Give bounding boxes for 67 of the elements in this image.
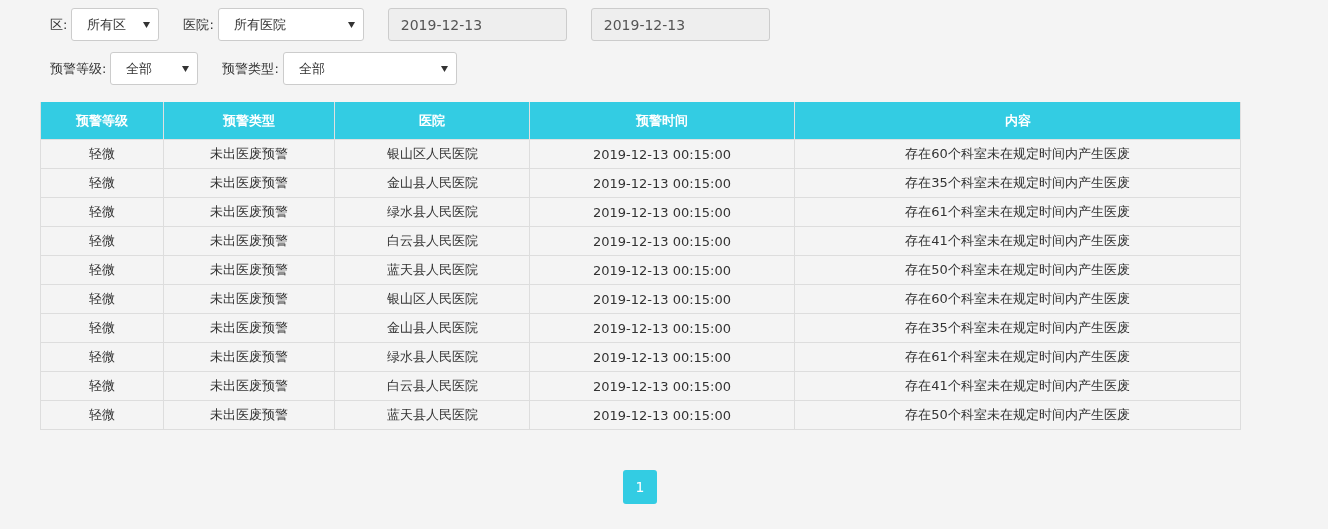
table-cell: 存在50个科室未在规定时间内产生医废 [794, 255, 1241, 285]
column-header: 预警类型 [163, 102, 335, 140]
table-cell: 轻微 [40, 255, 164, 285]
table-cell: 绿水县人民医院 [334, 197, 530, 227]
table-cell: 蓝天县人民医院 [334, 255, 530, 285]
table-cell: 存在41个科室未在规定时间内产生医废 [794, 371, 1241, 401]
table-cell: 存在50个科室未在规定时间内产生医废 [794, 400, 1241, 430]
table-cell: 绿水县人民医院 [334, 342, 530, 372]
table-cell: 2019-12-13 00:15:00 [529, 342, 795, 372]
table-cell: 2019-12-13 00:15:00 [529, 255, 795, 285]
table-cell: 未出医废预警 [163, 139, 335, 169]
filter-label: 区: [50, 15, 68, 34]
table-cell: 未出医废预警 [163, 371, 335, 401]
dropdown-select[interactable]: 全部 [282, 52, 457, 85]
table-cell: 轻微 [40, 226, 164, 256]
filter-label: 预警等级: [50, 59, 107, 78]
filter-label: 预警类型: [222, 59, 279, 78]
table-cell: 金山县人民医院 [334, 313, 530, 343]
table-cell: 未出医废预警 [163, 342, 335, 372]
table-cell: 存在60个科室未在规定时间内产生医废 [794, 284, 1241, 314]
table-cell: 银山区人民医院 [334, 139, 530, 169]
table-cell: 2019-12-13 00:15:00 [529, 313, 795, 343]
table-cell: 2019-12-13 00:15:00 [529, 284, 795, 314]
table-cell: 蓝天县人民医院 [334, 400, 530, 430]
table-cell: 2019-12-13 00:15:00 [529, 400, 795, 430]
table-cell: 轻微 [40, 313, 164, 343]
table-cell: 银山区人民医院 [334, 284, 530, 314]
table-cell: 2019-12-13 00:15:00 [529, 139, 795, 169]
table-cell: 2019-12-13 00:15:00 [529, 226, 795, 256]
table-cell: 存在61个科室未在规定时间内产生医废 [794, 197, 1241, 227]
table-cell: 2019-12-13 00:15:00 [529, 168, 795, 198]
table-cell: 存在35个科室未在规定时间内产生医废 [794, 168, 1241, 198]
table-cell: 金山县人民医院 [334, 168, 530, 198]
filter-label: 医院: [183, 15, 214, 34]
table-cell: 存在35个科室未在规定时间内产生医废 [794, 313, 1241, 343]
table-cell: 轻微 [40, 342, 164, 372]
dropdown-select[interactable]: 所有医院 [217, 8, 364, 41]
table-cell: 存在61个科室未在规定时间内产生医废 [794, 342, 1241, 372]
column-header: 内容 [794, 102, 1241, 140]
dropdown-select[interactable]: 全部 [110, 52, 199, 85]
table-cell: 未出医废预警 [163, 284, 335, 314]
column-header: 预警等级 [40, 102, 164, 140]
table-cell: 存在60个科室未在规定时间内产生医废 [794, 139, 1241, 169]
column-header: 医院 [334, 102, 530, 140]
column-header: 预警时间 [529, 102, 795, 140]
caret-icon [347, 21, 355, 28]
dropdown-select[interactable]: 所有区 [71, 8, 160, 41]
table-cell: 未出医废预警 [163, 255, 335, 285]
table-cell: 白云县人民医院 [334, 371, 530, 401]
table-cell: 未出医废预警 [163, 168, 335, 198]
caret-icon [440, 65, 448, 72]
table-cell: 轻微 [40, 168, 164, 198]
caret-icon [143, 21, 151, 28]
table-cell: 轻微 [40, 284, 164, 314]
table-cell: 轻微 [40, 400, 164, 430]
table-cell: 2019-12-13 00:15:00 [529, 371, 795, 401]
table-cell: 未出医废预警 [163, 226, 335, 256]
table-cell: 未出医废预警 [163, 197, 335, 227]
caret-icon [182, 65, 190, 72]
table-cell: 存在41个科室未在规定时间内产生医废 [794, 226, 1241, 256]
table-cell: 轻微 [40, 139, 164, 169]
table-cell: 未出医废预警 [163, 313, 335, 343]
table-cell: 未出医废预警 [163, 400, 335, 430]
table-cell: 白云县人民医院 [334, 226, 530, 256]
table-cell: 轻微 [40, 197, 164, 227]
table-cell: 轻微 [40, 371, 164, 401]
table-cell: 2019-12-13 00:15:00 [529, 197, 795, 227]
